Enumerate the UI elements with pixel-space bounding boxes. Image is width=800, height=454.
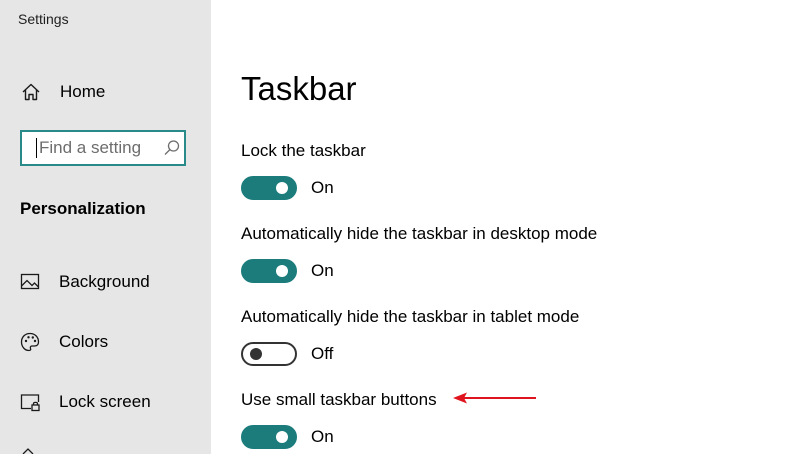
home-icon [22,83,40,101]
sidebar-item-label: Lock screen [59,392,151,411]
setting-autohide-tablet: Automatically hide the taskbar in tablet… [241,306,781,366]
sidebar-item-background[interactable]: Background [0,262,211,302]
sidebar-section-title: Personalization [20,199,146,218]
search-icon[interactable] [163,139,181,157]
toggle-state-label: On [311,427,334,446]
toggle-state-label: On [311,261,334,280]
palette-icon [20,332,40,352]
autohide-desktop-toggle[interactable] [241,259,297,283]
toggle-knob [276,265,288,277]
search-input[interactable] [37,138,159,158]
setting-label: Automatically hide the taskbar in deskto… [241,224,598,243]
autohide-tablet-toggle[interactable] [241,342,297,366]
toggle-state-label: Off [311,344,334,363]
toggle-state-label: On [311,178,334,197]
settings-window: Settings Home Personalization Background [0,0,800,454]
toggle-knob [276,182,288,194]
toggle-row: On [241,425,781,449]
annotation-arrow-icon [453,392,536,404]
setting-lock-taskbar: Lock the taskbar On [241,140,781,200]
lock-screen-icon [20,394,40,412]
lock-taskbar-toggle[interactable] [241,176,297,200]
sidebar-item-label: Home [60,82,106,101]
toggle-knob [250,348,262,360]
search-box[interactable] [20,130,186,166]
page-title: Taskbar [241,70,357,107]
sidebar-item-label: Colors [59,332,109,351]
setting-label: Lock the taskbar [241,141,366,160]
toggle-knob [276,431,288,443]
small-buttons-toggle[interactable] [241,425,297,449]
setting-autohide-desktop: Automatically hide the taskbar in deskto… [241,223,781,283]
sidebar-item-home[interactable]: Home [0,72,211,112]
main-content: Taskbar Lock the taskbar On Automaticall… [211,0,800,454]
sidebar-item-lock-screen[interactable]: Lock screen [0,382,211,422]
toggle-row: On [241,259,781,283]
toggle-row: Off [241,342,781,366]
window-title: Settings [18,11,69,27]
image-icon [20,273,40,290]
sidebar: Settings Home Personalization Background [0,0,211,454]
partial-icon [22,448,34,454]
sidebar-item-colors[interactable]: Colors [0,322,211,362]
setting-label: Automatically hide the taskbar in tablet… [241,307,580,326]
toggle-row: On [241,176,781,200]
sidebar-item-label: Background [59,272,150,291]
